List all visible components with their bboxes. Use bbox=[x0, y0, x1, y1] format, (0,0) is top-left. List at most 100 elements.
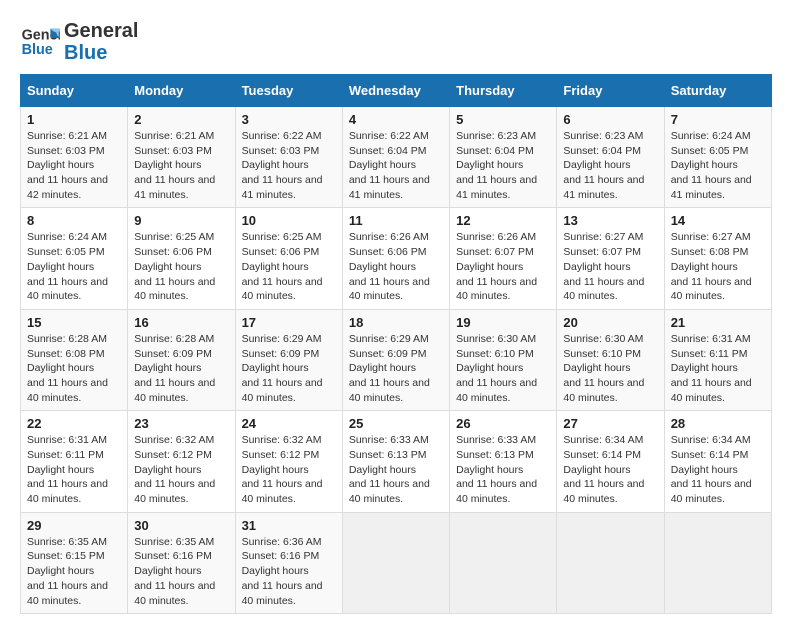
day-number: 5 bbox=[456, 112, 550, 127]
day-number: 25 bbox=[349, 416, 443, 431]
day-info: Sunrise: 6:29 AM Sunset: 6:09 PM Dayligh… bbox=[242, 332, 336, 405]
calendar-table: SundayMondayTuesdayWednesdayThursdayFrid… bbox=[20, 74, 772, 614]
empty-cell bbox=[557, 512, 664, 613]
day-number: 15 bbox=[27, 315, 121, 330]
day-number: 16 bbox=[134, 315, 228, 330]
day-info: Sunrise: 6:24 AM Sunset: 6:05 PM Dayligh… bbox=[27, 230, 121, 303]
day-info: Sunrise: 6:35 AM Sunset: 6:15 PM Dayligh… bbox=[27, 535, 121, 608]
calendar-day-cell: 23 Sunrise: 6:32 AM Sunset: 6:12 PM Dayl… bbox=[128, 411, 235, 512]
day-number: 22 bbox=[27, 416, 121, 431]
calendar-day-cell: 4 Sunrise: 6:22 AM Sunset: 6:04 PM Dayli… bbox=[342, 107, 449, 208]
day-number: 30 bbox=[134, 518, 228, 533]
calendar-day-cell: 2 Sunrise: 6:21 AM Sunset: 6:03 PM Dayli… bbox=[128, 107, 235, 208]
day-number: 6 bbox=[563, 112, 657, 127]
calendar-day-cell: 25 Sunrise: 6:33 AM Sunset: 6:13 PM Dayl… bbox=[342, 411, 449, 512]
calendar-day-cell: 7 Sunrise: 6:24 AM Sunset: 6:05 PM Dayli… bbox=[664, 107, 771, 208]
day-info: Sunrise: 6:32 AM Sunset: 6:12 PM Dayligh… bbox=[134, 433, 228, 506]
calendar-day-cell: 28 Sunrise: 6:34 AM Sunset: 6:14 PM Dayl… bbox=[664, 411, 771, 512]
calendar-day-cell: 14 Sunrise: 6:27 AM Sunset: 6:08 PM Dayl… bbox=[664, 208, 771, 309]
day-number: 29 bbox=[27, 518, 121, 533]
calendar-day-cell: 29 Sunrise: 6:35 AM Sunset: 6:15 PM Dayl… bbox=[21, 512, 128, 613]
day-info: Sunrise: 6:22 AM Sunset: 6:04 PM Dayligh… bbox=[349, 129, 443, 202]
day-number: 24 bbox=[242, 416, 336, 431]
day-info: Sunrise: 6:27 AM Sunset: 6:07 PM Dayligh… bbox=[563, 230, 657, 303]
calendar-day-cell: 22 Sunrise: 6:31 AM Sunset: 6:11 PM Dayl… bbox=[21, 411, 128, 512]
day-of-week-header: Thursday bbox=[450, 75, 557, 107]
day-number: 23 bbox=[134, 416, 228, 431]
calendar-day-cell: 10 Sunrise: 6:25 AM Sunset: 6:06 PM Dayl… bbox=[235, 208, 342, 309]
day-number: 7 bbox=[671, 112, 765, 127]
calendar-day-cell: 30 Sunrise: 6:35 AM Sunset: 6:16 PM Dayl… bbox=[128, 512, 235, 613]
day-number: 2 bbox=[134, 112, 228, 127]
calendar-header-row: SundayMondayTuesdayWednesdayThursdayFrid… bbox=[21, 75, 772, 107]
calendar-week-row: 22 Sunrise: 6:31 AM Sunset: 6:11 PM Dayl… bbox=[21, 411, 772, 512]
day-number: 17 bbox=[242, 315, 336, 330]
day-info: Sunrise: 6:27 AM Sunset: 6:08 PM Dayligh… bbox=[671, 230, 765, 303]
calendar-day-cell: 26 Sunrise: 6:33 AM Sunset: 6:13 PM Dayl… bbox=[450, 411, 557, 512]
calendar-day-cell: 27 Sunrise: 6:34 AM Sunset: 6:14 PM Dayl… bbox=[557, 411, 664, 512]
day-info: Sunrise: 6:30 AM Sunset: 6:10 PM Dayligh… bbox=[456, 332, 550, 405]
calendar-week-row: 8 Sunrise: 6:24 AM Sunset: 6:05 PM Dayli… bbox=[21, 208, 772, 309]
day-number: 11 bbox=[349, 213, 443, 228]
day-of-week-header: Tuesday bbox=[235, 75, 342, 107]
calendar-day-cell: 6 Sunrise: 6:23 AM Sunset: 6:04 PM Dayli… bbox=[557, 107, 664, 208]
day-number: 4 bbox=[349, 112, 443, 127]
day-info: Sunrise: 6:30 AM Sunset: 6:10 PM Dayligh… bbox=[563, 332, 657, 405]
page-header: General Blue General Blue bbox=[20, 20, 772, 64]
calendar-day-cell: 21 Sunrise: 6:31 AM Sunset: 6:11 PM Dayl… bbox=[664, 309, 771, 410]
day-of-week-header: Saturday bbox=[664, 75, 771, 107]
calendar-day-cell: 16 Sunrise: 6:28 AM Sunset: 6:09 PM Dayl… bbox=[128, 309, 235, 410]
calendar-day-cell: 12 Sunrise: 6:26 AM Sunset: 6:07 PM Dayl… bbox=[450, 208, 557, 309]
day-number: 3 bbox=[242, 112, 336, 127]
calendar-day-cell: 18 Sunrise: 6:29 AM Sunset: 6:09 PM Dayl… bbox=[342, 309, 449, 410]
day-info: Sunrise: 6:25 AM Sunset: 6:06 PM Dayligh… bbox=[242, 230, 336, 303]
empty-cell bbox=[450, 512, 557, 613]
calendar-day-cell: 9 Sunrise: 6:25 AM Sunset: 6:06 PM Dayli… bbox=[128, 208, 235, 309]
day-info: Sunrise: 6:33 AM Sunset: 6:13 PM Dayligh… bbox=[349, 433, 443, 506]
day-info: Sunrise: 6:21 AM Sunset: 6:03 PM Dayligh… bbox=[27, 129, 121, 202]
logo: General Blue General Blue bbox=[20, 20, 138, 64]
calendar-day-cell: 11 Sunrise: 6:26 AM Sunset: 6:06 PM Dayl… bbox=[342, 208, 449, 309]
calendar-day-cell: 31 Sunrise: 6:36 AM Sunset: 6:16 PM Dayl… bbox=[235, 512, 342, 613]
day-of-week-header: Sunday bbox=[21, 75, 128, 107]
day-number: 31 bbox=[242, 518, 336, 533]
empty-cell bbox=[664, 512, 771, 613]
day-info: Sunrise: 6:34 AM Sunset: 6:14 PM Dayligh… bbox=[671, 433, 765, 506]
day-info: Sunrise: 6:26 AM Sunset: 6:06 PM Dayligh… bbox=[349, 230, 443, 303]
calendar-day-cell: 24 Sunrise: 6:32 AM Sunset: 6:12 PM Dayl… bbox=[235, 411, 342, 512]
day-number: 13 bbox=[563, 213, 657, 228]
calendar-week-row: 1 Sunrise: 6:21 AM Sunset: 6:03 PM Dayli… bbox=[21, 107, 772, 208]
logo-icon: General Blue bbox=[20, 22, 60, 62]
day-info: Sunrise: 6:28 AM Sunset: 6:09 PM Dayligh… bbox=[134, 332, 228, 405]
calendar-day-cell: 15 Sunrise: 6:28 AM Sunset: 6:08 PM Dayl… bbox=[21, 309, 128, 410]
calendar-day-cell: 13 Sunrise: 6:27 AM Sunset: 6:07 PM Dayl… bbox=[557, 208, 664, 309]
day-number: 10 bbox=[242, 213, 336, 228]
calendar-week-row: 15 Sunrise: 6:28 AM Sunset: 6:08 PM Dayl… bbox=[21, 309, 772, 410]
day-info: Sunrise: 6:28 AM Sunset: 6:08 PM Dayligh… bbox=[27, 332, 121, 405]
day-info: Sunrise: 6:32 AM Sunset: 6:12 PM Dayligh… bbox=[242, 433, 336, 506]
day-info: Sunrise: 6:35 AM Sunset: 6:16 PM Dayligh… bbox=[134, 535, 228, 608]
day-number: 18 bbox=[349, 315, 443, 330]
day-info: Sunrise: 6:26 AM Sunset: 6:07 PM Dayligh… bbox=[456, 230, 550, 303]
day-info: Sunrise: 6:24 AM Sunset: 6:05 PM Dayligh… bbox=[671, 129, 765, 202]
day-number: 9 bbox=[134, 213, 228, 228]
day-number: 27 bbox=[563, 416, 657, 431]
day-info: Sunrise: 6:31 AM Sunset: 6:11 PM Dayligh… bbox=[27, 433, 121, 506]
calendar-day-cell: 1 Sunrise: 6:21 AM Sunset: 6:03 PM Dayli… bbox=[21, 107, 128, 208]
day-of-week-header: Friday bbox=[557, 75, 664, 107]
day-number: 1 bbox=[27, 112, 121, 127]
calendar-day-cell: 19 Sunrise: 6:30 AM Sunset: 6:10 PM Dayl… bbox=[450, 309, 557, 410]
calendar-day-cell: 20 Sunrise: 6:30 AM Sunset: 6:10 PM Dayl… bbox=[557, 309, 664, 410]
day-info: Sunrise: 6:31 AM Sunset: 6:11 PM Dayligh… bbox=[671, 332, 765, 405]
day-info: Sunrise: 6:23 AM Sunset: 6:04 PM Dayligh… bbox=[456, 129, 550, 202]
day-number: 21 bbox=[671, 315, 765, 330]
calendar-day-cell: 3 Sunrise: 6:22 AM Sunset: 6:03 PM Dayli… bbox=[235, 107, 342, 208]
day-info: Sunrise: 6:33 AM Sunset: 6:13 PM Dayligh… bbox=[456, 433, 550, 506]
calendar-day-cell: 8 Sunrise: 6:24 AM Sunset: 6:05 PM Dayli… bbox=[21, 208, 128, 309]
day-number: 26 bbox=[456, 416, 550, 431]
day-number: 28 bbox=[671, 416, 765, 431]
calendar-week-row: 29 Sunrise: 6:35 AM Sunset: 6:15 PM Dayl… bbox=[21, 512, 772, 613]
svg-text:Blue: Blue bbox=[22, 42, 53, 58]
day-info: Sunrise: 6:21 AM Sunset: 6:03 PM Dayligh… bbox=[134, 129, 228, 202]
day-of-week-header: Monday bbox=[128, 75, 235, 107]
